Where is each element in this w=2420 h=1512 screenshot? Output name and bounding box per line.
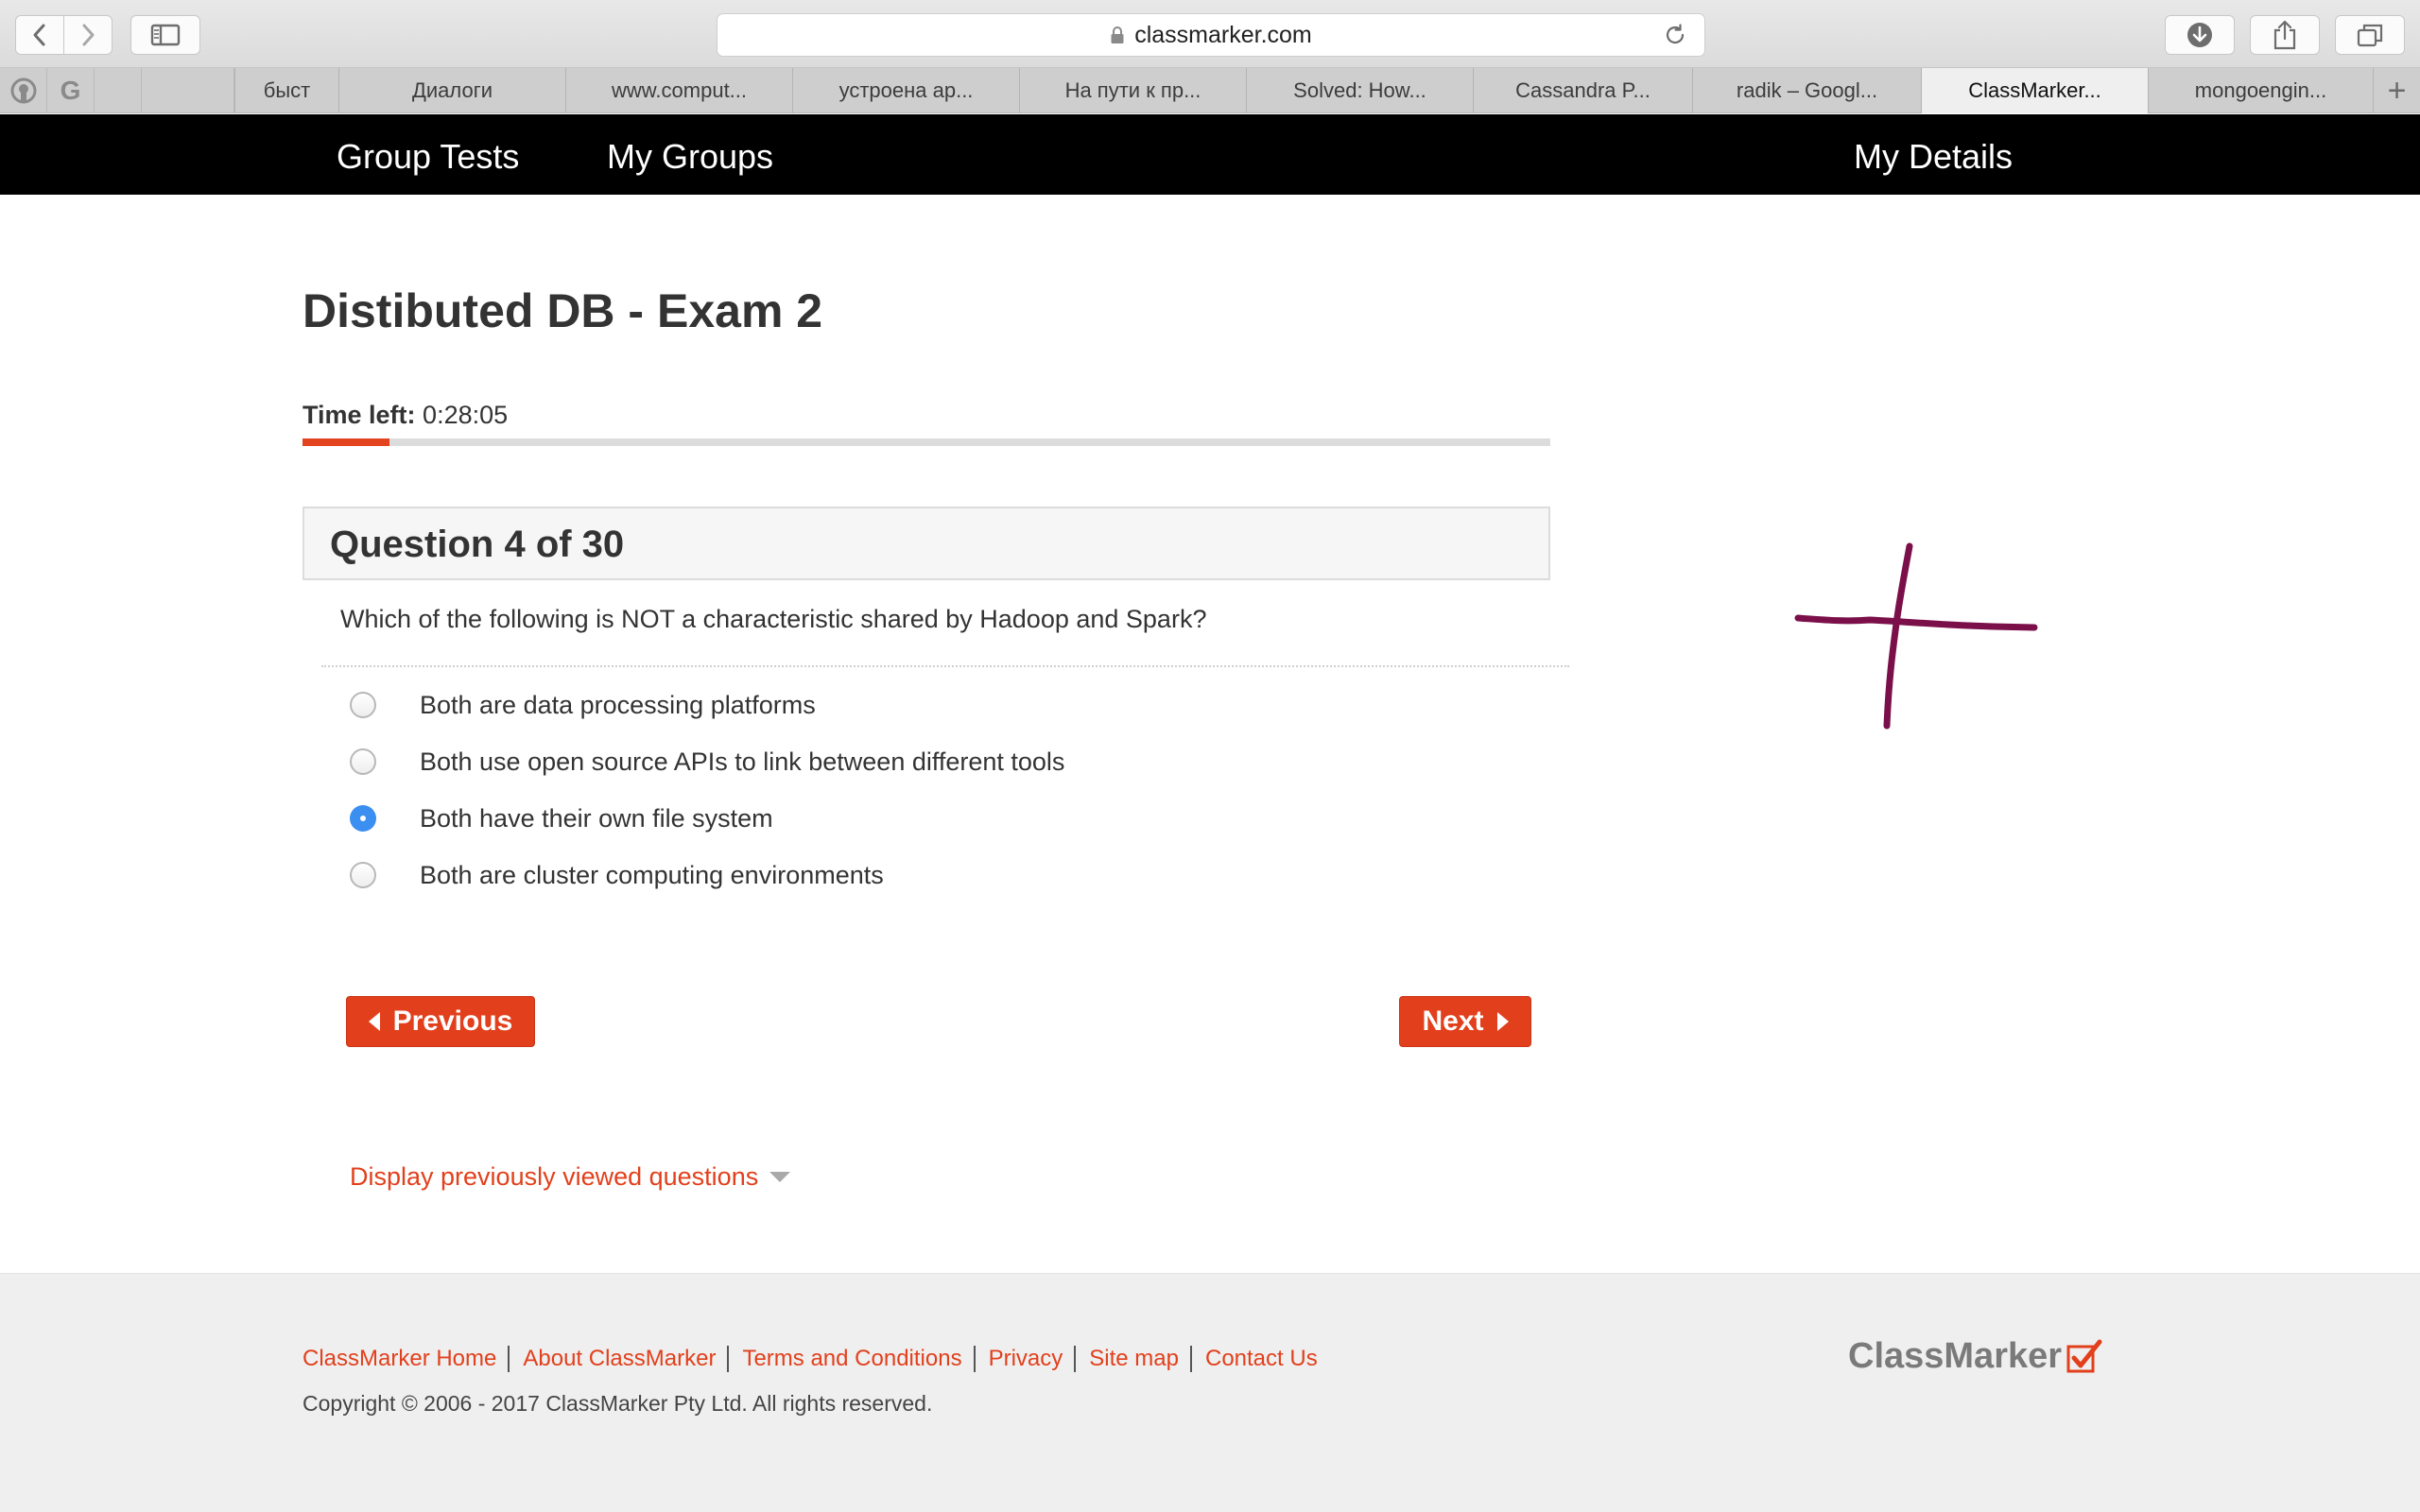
github-icon [10,77,36,104]
pinned-tab-blank[interactable] [95,68,142,113]
footer-links: ClassMarker Home About ClassMarker Terms… [302,1346,1318,1372]
tab-label: устроена ар... [838,78,974,102]
answer-option-1[interactable]: Both are data processing platforms [350,684,1484,726]
question-header: Question 4 of 30 [302,507,1550,580]
question-divider [321,665,1569,667]
next-button[interactable]: Next [1399,996,1531,1047]
site-navigation: Group Tests My Groups My Details [0,114,2420,195]
tab-label: radik – Googl... [1736,78,1878,102]
time-left: Time left: 0:28:05 [302,401,508,430]
previous-label: Previous [392,1005,513,1037]
address-bar[interactable]: classmarker.com [717,13,1705,57]
answer-label: Both are data processing platforms [420,690,816,719]
reload-icon[interactable] [1663,23,1687,47]
tab-label: Cassandra P... [1515,78,1651,102]
time-left-label: Time left: [302,401,416,429]
footer-separator [973,1346,976,1372]
footer-separator [727,1346,730,1372]
tab-8-active[interactable]: ClassMarker... [1921,68,2148,113]
share-icon [2273,20,2296,50]
pinned-tab-github[interactable] [0,68,47,113]
question-number: Question 4 of 30 [330,524,625,565]
tab-label: Диалоги [411,78,493,102]
tab-6[interactable]: Cassandra P... [1473,68,1692,113]
tab-label: На пути к пр... [1064,78,1201,102]
footer-separator [1189,1346,1192,1372]
radio-button-selected[interactable] [350,805,376,832]
plus-icon: + [2387,72,2407,109]
back-button[interactable] [15,15,64,55]
footer: ClassMarker Home About ClassMarker Terms… [0,1273,2420,1512]
tab-0[interactable]: быст [234,68,338,113]
tab-2[interactable]: www.comput... [565,68,792,113]
footer-link-sitemap[interactable]: Site map [1089,1346,1179,1372]
answer-label: Both are cluster computing environments [420,860,884,889]
question-text: Which of the following is NOT a characte… [340,605,1207,633]
caret-down-icon [769,1172,791,1182]
caret-left-icon [368,1012,380,1031]
lock-icon [1111,26,1124,43]
footer-link-about[interactable]: About ClassMarker [523,1346,716,1372]
footer-separator [508,1346,510,1372]
footer-link-privacy[interactable]: Privacy [989,1346,1063,1372]
tab-label: www.comput... [611,78,748,102]
browser-toolbar: classmarker.com [0,0,2420,68]
tab-5[interactable]: Solved: How... [1246,68,1473,113]
time-left-value: 0:28:05 [423,401,509,429]
next-label: Next [1422,1005,1484,1037]
answer-label: Both have their own file system [420,803,773,833]
hand-drawn-cross-annotation [1794,542,2038,730]
tab-label: Solved: How... [1293,78,1426,102]
chevron-left-icon [33,24,45,46]
footer-link-terms[interactable]: Terms and Conditions [742,1346,961,1372]
tab-4[interactable]: На пути к пр... [1019,68,1246,113]
pinned-tab-google[interactable]: G [47,68,95,113]
answer-option-3[interactable]: Both have their own file system [350,798,1484,839]
tab-7[interactable]: radik – Googl... [1692,68,1921,113]
copyright-text: Copyright © 2006 - 2017 ClassMarker Pty … [302,1391,933,1416]
time-progress-fill [302,438,390,446]
tab-label: быст [263,78,311,102]
display-previous-questions-link[interactable]: Display previously viewed questions [350,1162,791,1192]
tab-label: ClassMarker... [1968,78,2101,102]
logo-text: ClassMarker [1848,1336,2063,1376]
tab-9[interactable]: mongoengin... [2148,68,2373,113]
nav-group-tests[interactable]: Group Tests [337,114,519,195]
answer-label: Both use open source APIs to link betwee… [420,747,1065,776]
footer-link-contact[interactable]: Contact Us [1205,1346,1318,1372]
nav-my-groups[interactable]: My Groups [607,114,773,195]
radio-button[interactable] [350,862,376,888]
google-icon: G [60,76,81,105]
answer-option-2[interactable]: Both use open source APIs to link betwee… [350,741,1484,782]
tab-3[interactable]: устроена ар... [792,68,1019,113]
classmarker-logo[interactable]: ClassMarker [1848,1336,2103,1377]
checkbox-check-icon [2066,1339,2102,1372]
pinned-tab-spacer [142,68,234,113]
tab-overview-button[interactable] [2335,15,2405,55]
share-button[interactable] [2250,15,2320,55]
downloads-button[interactable] [2165,15,2235,55]
time-progress-bar [302,438,1550,446]
footer-link-home[interactable]: ClassMarker Home [302,1346,496,1372]
tab-label: mongoengin... [2194,78,2327,102]
url-text: classmarker.com [1134,21,1312,48]
answer-option-4[interactable]: Both are cluster computing environments [350,854,1484,896]
tab-bar: G быст Диалоги www.comput... устроена ар… [0,68,2420,113]
chevron-right-icon [82,24,95,46]
forward-button[interactable] [63,15,112,55]
radio-button[interactable] [350,692,376,718]
radio-button[interactable] [350,748,376,775]
sidebar-toggle-button[interactable] [130,15,200,55]
footer-separator [1074,1346,1077,1372]
previous-button[interactable]: Previous [346,996,535,1047]
exam-title: Distibuted DB - Exam 2 [302,284,823,337]
display-previous-label: Display previously viewed questions [350,1162,759,1191]
caret-right-icon [1496,1012,1509,1031]
new-tab-button[interactable]: + [2373,68,2420,113]
tab-1[interactable]: Диалоги [338,68,565,113]
tabs-icon [2357,24,2383,47]
sidebar-icon [150,24,181,46]
download-icon [2187,23,2212,47]
nav-my-details[interactable]: My Details [1854,114,2013,195]
